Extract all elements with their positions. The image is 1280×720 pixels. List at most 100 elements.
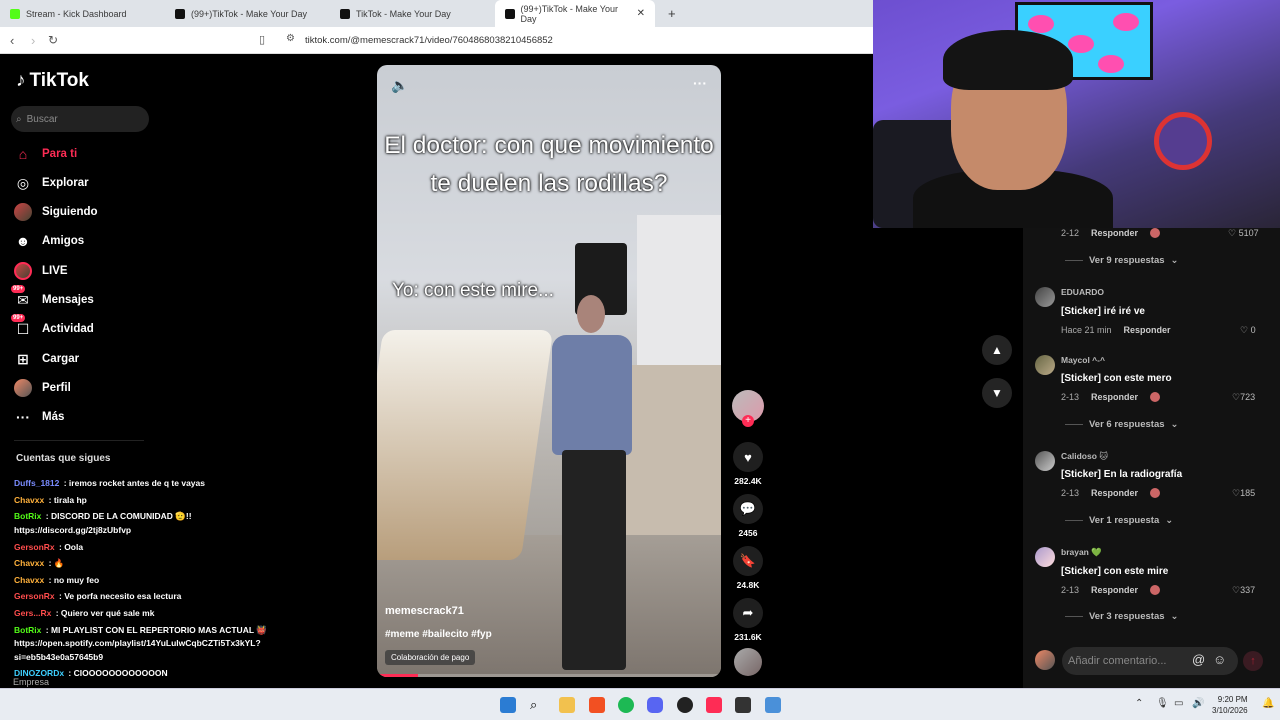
shield-app-icon[interactable] — [765, 697, 781, 713]
comment-text: [Sticker] iré iré ve — [1061, 306, 1145, 317]
comment-like[interactable]: ♡ 0 — [1240, 325, 1256, 336]
bookmark-icon[interactable]: ▯ — [259, 33, 265, 46]
microphone-icon[interactable]: 🎙 — [1156, 698, 1169, 709]
forward-icon[interactable]: › — [31, 33, 35, 48]
tab-tiktok-1[interactable]: (99+)TikTok - Make Your Day — [165, 0, 330, 27]
sidebar-item-explorar[interactable]: ◎ Explorar — [14, 174, 89, 192]
comment-username[interactable]: EDUARDO — [1061, 287, 1104, 297]
chat-message: GersonRx : Ve porfa necesito esa lectura — [14, 591, 182, 601]
sidebar-item-para-ti[interactable]: ⌂ Para ti — [14, 145, 77, 163]
reload-icon[interactable]: ↻ — [48, 33, 58, 47]
save-button[interactable]: 🔖 24.8K — [731, 546, 765, 590]
video-overlay-subtitle: Yo: con este mire... — [392, 280, 554, 301]
comment-like[interactable]: ♡ 5107 — [1228, 228, 1259, 239]
comment-username[interactable]: Maycol ^-^ — [1061, 355, 1105, 365]
taskbar-clock[interactable]: 9:20 PM 3/10/2026 — [1212, 694, 1248, 716]
share-icon: ➦ — [733, 598, 763, 628]
discord-icon[interactable] — [647, 697, 663, 713]
chat-message: BotRix : MI PLAYLIST CON EL REPERTORIO M… — [14, 625, 267, 635]
back-icon[interactable]: ‹ — [10, 33, 14, 48]
sidebar-item-actividad[interactable]: ☐ 99+ Actividad — [11, 314, 94, 338]
tab-kick-dashboard[interactable]: Stream - Kick Dashboard — [0, 0, 165, 27]
site-info-icon[interactable]: ⚙ — [286, 33, 295, 44]
comment-meta: 2-13 Responder — [1061, 585, 1161, 595]
comment-username[interactable]: brayan 💚 — [1061, 547, 1102, 558]
comment-like[interactable]: ♡723 — [1232, 392, 1255, 403]
tab-tiktok-2[interactable]: TikTok - Make Your Day — [330, 0, 495, 27]
user-avatar — [1035, 650, 1055, 670]
music-disc-icon[interactable] — [734, 648, 762, 676]
commenter-avatar[interactable] — [1035, 355, 1055, 375]
close-tab-icon[interactable]: ✕ — [637, 8, 645, 19]
tray-chevron-icon[interactable]: ⌃ — [1135, 698, 1143, 709]
search-taskbar-icon[interactable]: ⌕ — [530, 697, 546, 713]
tiktok-taskbar-icon[interactable] — [706, 697, 722, 713]
view-replies-button[interactable]: Ver 6 respuestas ⌄ — [1065, 419, 1179, 430]
reply-button[interactable]: Responder — [1124, 325, 1171, 335]
start-icon[interactable] — [500, 697, 516, 713]
brave-browser-icon[interactable] — [589, 697, 605, 713]
reply-button[interactable]: Responder — [1091, 392, 1138, 402]
volume-icon[interactable]: 🔈 — [391, 77, 408, 94]
network-icon[interactable]: ▭ — [1174, 698, 1183, 709]
following-avatar-icon — [14, 203, 32, 221]
chat-user: Chavxx — [14, 558, 45, 568]
streamer-hair — [943, 30, 1073, 90]
view-replies-button[interactable]: Ver 1 respuesta ⌄ — [1065, 515, 1173, 526]
speaker-icon[interactable]: 🔊 — [1192, 698, 1204, 709]
send-comment-button[interactable]: ↑ — [1243, 651, 1263, 671]
file-explorer-icon[interactable] — [559, 697, 575, 713]
chat-text: CIOOOOOOOOOOOON — [73, 668, 168, 678]
chat-user: GersonRx — [14, 591, 55, 601]
chat-message: Chavxx : tirala hp — [14, 495, 87, 505]
comment-username[interactable]: Calidoso 🐱 — [1061, 451, 1108, 462]
reply-button[interactable]: Responder — [1091, 488, 1138, 498]
video-progress-bar[interactable] — [377, 674, 721, 677]
like-button[interactable]: ♥ 282.4K — [731, 442, 765, 486]
search-input[interactable]: ⌕ Buscar — [11, 106, 149, 132]
notifications-icon[interactable]: 🔔 — [1262, 698, 1274, 709]
follow-plus-icon[interactable]: + — [742, 415, 754, 427]
sidebar-item-perfil[interactable]: Perfil — [14, 379, 71, 397]
new-tab-button[interactable]: + — [658, 0, 686, 27]
like-count: 282.4K — [734, 476, 762, 486]
sidebar-item-mas[interactable]: ··· Más — [14, 408, 64, 426]
spotify-icon[interactable] — [618, 697, 634, 713]
view-replies-button[interactable]: Ver 3 respuestas ⌄ — [1065, 611, 1179, 622]
sidebar-item-mensajes[interactable]: ✉ 99+ Mensajes — [11, 285, 94, 309]
video-hashtags[interactable]: #meme #bailecito #fyp — [385, 629, 492, 640]
share-button[interactable]: ➦ 231.6K — [731, 598, 765, 642]
comment-like[interactable]: ♡185 — [1232, 488, 1255, 499]
sidebar-divider — [14, 440, 144, 441]
video-player[interactable]: El doctor: con que movimiento te duelen … — [377, 65, 721, 677]
kick-icon — [10, 8, 20, 19]
comment-like[interactable]: ♡337 — [1232, 585, 1255, 596]
previous-video-button[interactable]: ▲ — [982, 335, 1012, 365]
url-field[interactable]: tiktok.com/@memescrack71/video/760486803… — [305, 35, 553, 46]
footer-empresa-link[interactable]: Empresa — [13, 677, 49, 687]
commenter-avatar[interactable] — [1035, 451, 1055, 471]
video-author[interactable]: memescrack71 — [385, 605, 464, 617]
reply-button[interactable]: Responder — [1091, 585, 1138, 595]
tab-tiktok-active[interactable]: (99+)TikTok - Make Your Day ✕ — [495, 0, 655, 27]
commenter-avatar[interactable] — [1035, 547, 1055, 567]
commenter-avatar[interactable] — [1035, 287, 1055, 307]
sidebar-item-live[interactable]: LIVE — [14, 262, 68, 280]
mention-icon[interactable]: @ — [1192, 652, 1205, 667]
next-video-button[interactable]: ▼ — [982, 378, 1012, 408]
chat-user: BotRix — [14, 511, 42, 521]
heart-outline-icon: ♡ — [1240, 325, 1249, 335]
obs-icon[interactable] — [677, 697, 693, 713]
more-options-icon[interactable]: ··· — [693, 75, 707, 91]
sidebar-item-amigos[interactable]: ☻ Amigos — [14, 232, 85, 250]
terminal-icon[interactable] — [735, 697, 751, 713]
reply-button[interactable]: Responder — [1091, 228, 1138, 238]
sidebar-item-cargar[interactable]: ⊞ Cargar — [14, 350, 79, 368]
emoji-icon[interactable]: ☺ — [1213, 652, 1226, 667]
comment-input[interactable]: Añadir comentario... — [1062, 647, 1238, 675]
sidebar-item-siguiendo[interactable]: Siguiendo — [14, 203, 98, 221]
tiktok-logo[interactable]: ♪ TikTok — [16, 70, 89, 92]
chevron-down-icon: ⌄ — [1170, 255, 1179, 266]
view-replies-button[interactable]: Ver 9 respuestas ⌄ — [1065, 255, 1179, 266]
comment-button[interactable]: 💬 2456 — [731, 494, 765, 538]
